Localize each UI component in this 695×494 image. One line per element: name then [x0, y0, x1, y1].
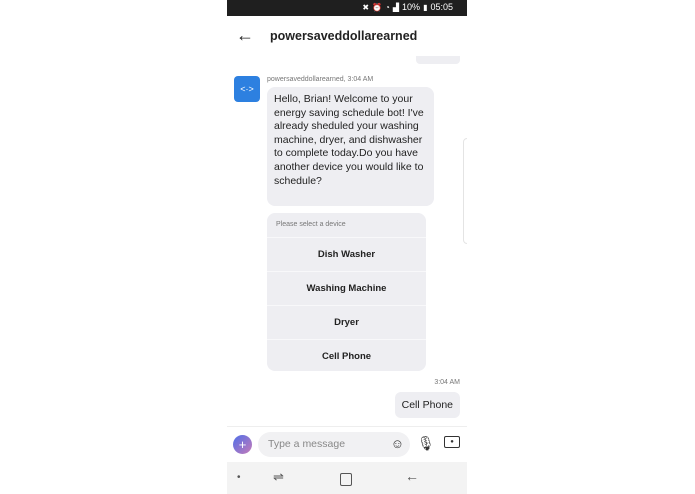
chat-header: ← powersaveddollarearned: [227, 16, 467, 56]
arrow-left-icon[interactable]: ←: [236, 25, 254, 46]
message-placeholder: Type a message: [268, 438, 346, 450]
signal-icon: ▟: [392, 2, 400, 12]
camera-icon[interactable]: ●: [444, 436, 460, 448]
option-dish-washer[interactable]: Dish Washer: [267, 238, 426, 272]
chat-history[interactable]: Reset <·> powersaveddollarearned, 3:04 A…: [227, 56, 467, 426]
page-title: powersaveddollarearned: [270, 29, 418, 43]
battery-level: 10%: [402, 2, 421, 12]
mic-icon[interactable]: 🎙: [417, 435, 435, 452]
code-brackets-icon: <·>: [234, 76, 260, 102]
message-input[interactable]: Type a message ☺: [258, 432, 410, 457]
emoji-icon[interactable]: ☺: [391, 436, 404, 451]
bot-sender-label: powersaveddollarearned, 3:04 AM: [267, 76, 374, 83]
recent-apps-icon[interactable]: ⇌: [273, 469, 284, 485]
side-card-edge: [463, 138, 467, 244]
clock: 05:05: [430, 2, 453, 12]
option-dryer[interactable]: Dryer: [267, 306, 426, 340]
alarm-icon: ⏰: [372, 2, 383, 12]
home-icon[interactable]: [340, 473, 352, 486]
device-selection-card: Please select a device Dish Washer Washi…: [267, 213, 426, 371]
battery-icon: ▮: [423, 2, 428, 12]
wifi-icon: ◔: [385, 2, 390, 12]
system-nav-bar: • ⇌ ←: [227, 462, 467, 494]
option-cell-phone[interactable]: Cell Phone: [267, 340, 426, 371]
option-washing-machine[interactable]: Washing Machine: [267, 272, 426, 306]
previous-reset-button[interactable]: Reset: [416, 56, 460, 64]
card-prompt: Please select a device: [267, 213, 426, 238]
dot-icon[interactable]: •: [237, 472, 241, 483]
plus-icon[interactable]: +: [233, 435, 252, 454]
message-composer: + Type a message ☺ 🎙 ●: [227, 426, 467, 463]
bot-message-bubble: Hello, Brian! Welcome to your energy sav…: [267, 87, 434, 206]
back-icon[interactable]: ←: [405, 468, 419, 484]
user-message-bubble: Cell Phone: [394, 392, 460, 418]
mute-icon: ✖: [362, 2, 370, 12]
phone-screen: ✖ ⏰ ◔ ▟ 10% ▮ 05:05 ← powersaveddollarea…: [227, 0, 467, 494]
user-message-time: 3:04 AM: [434, 379, 460, 386]
status-bar: ✖ ⏰ ◔ ▟ 10% ▮ 05:05: [227, 0, 467, 16]
